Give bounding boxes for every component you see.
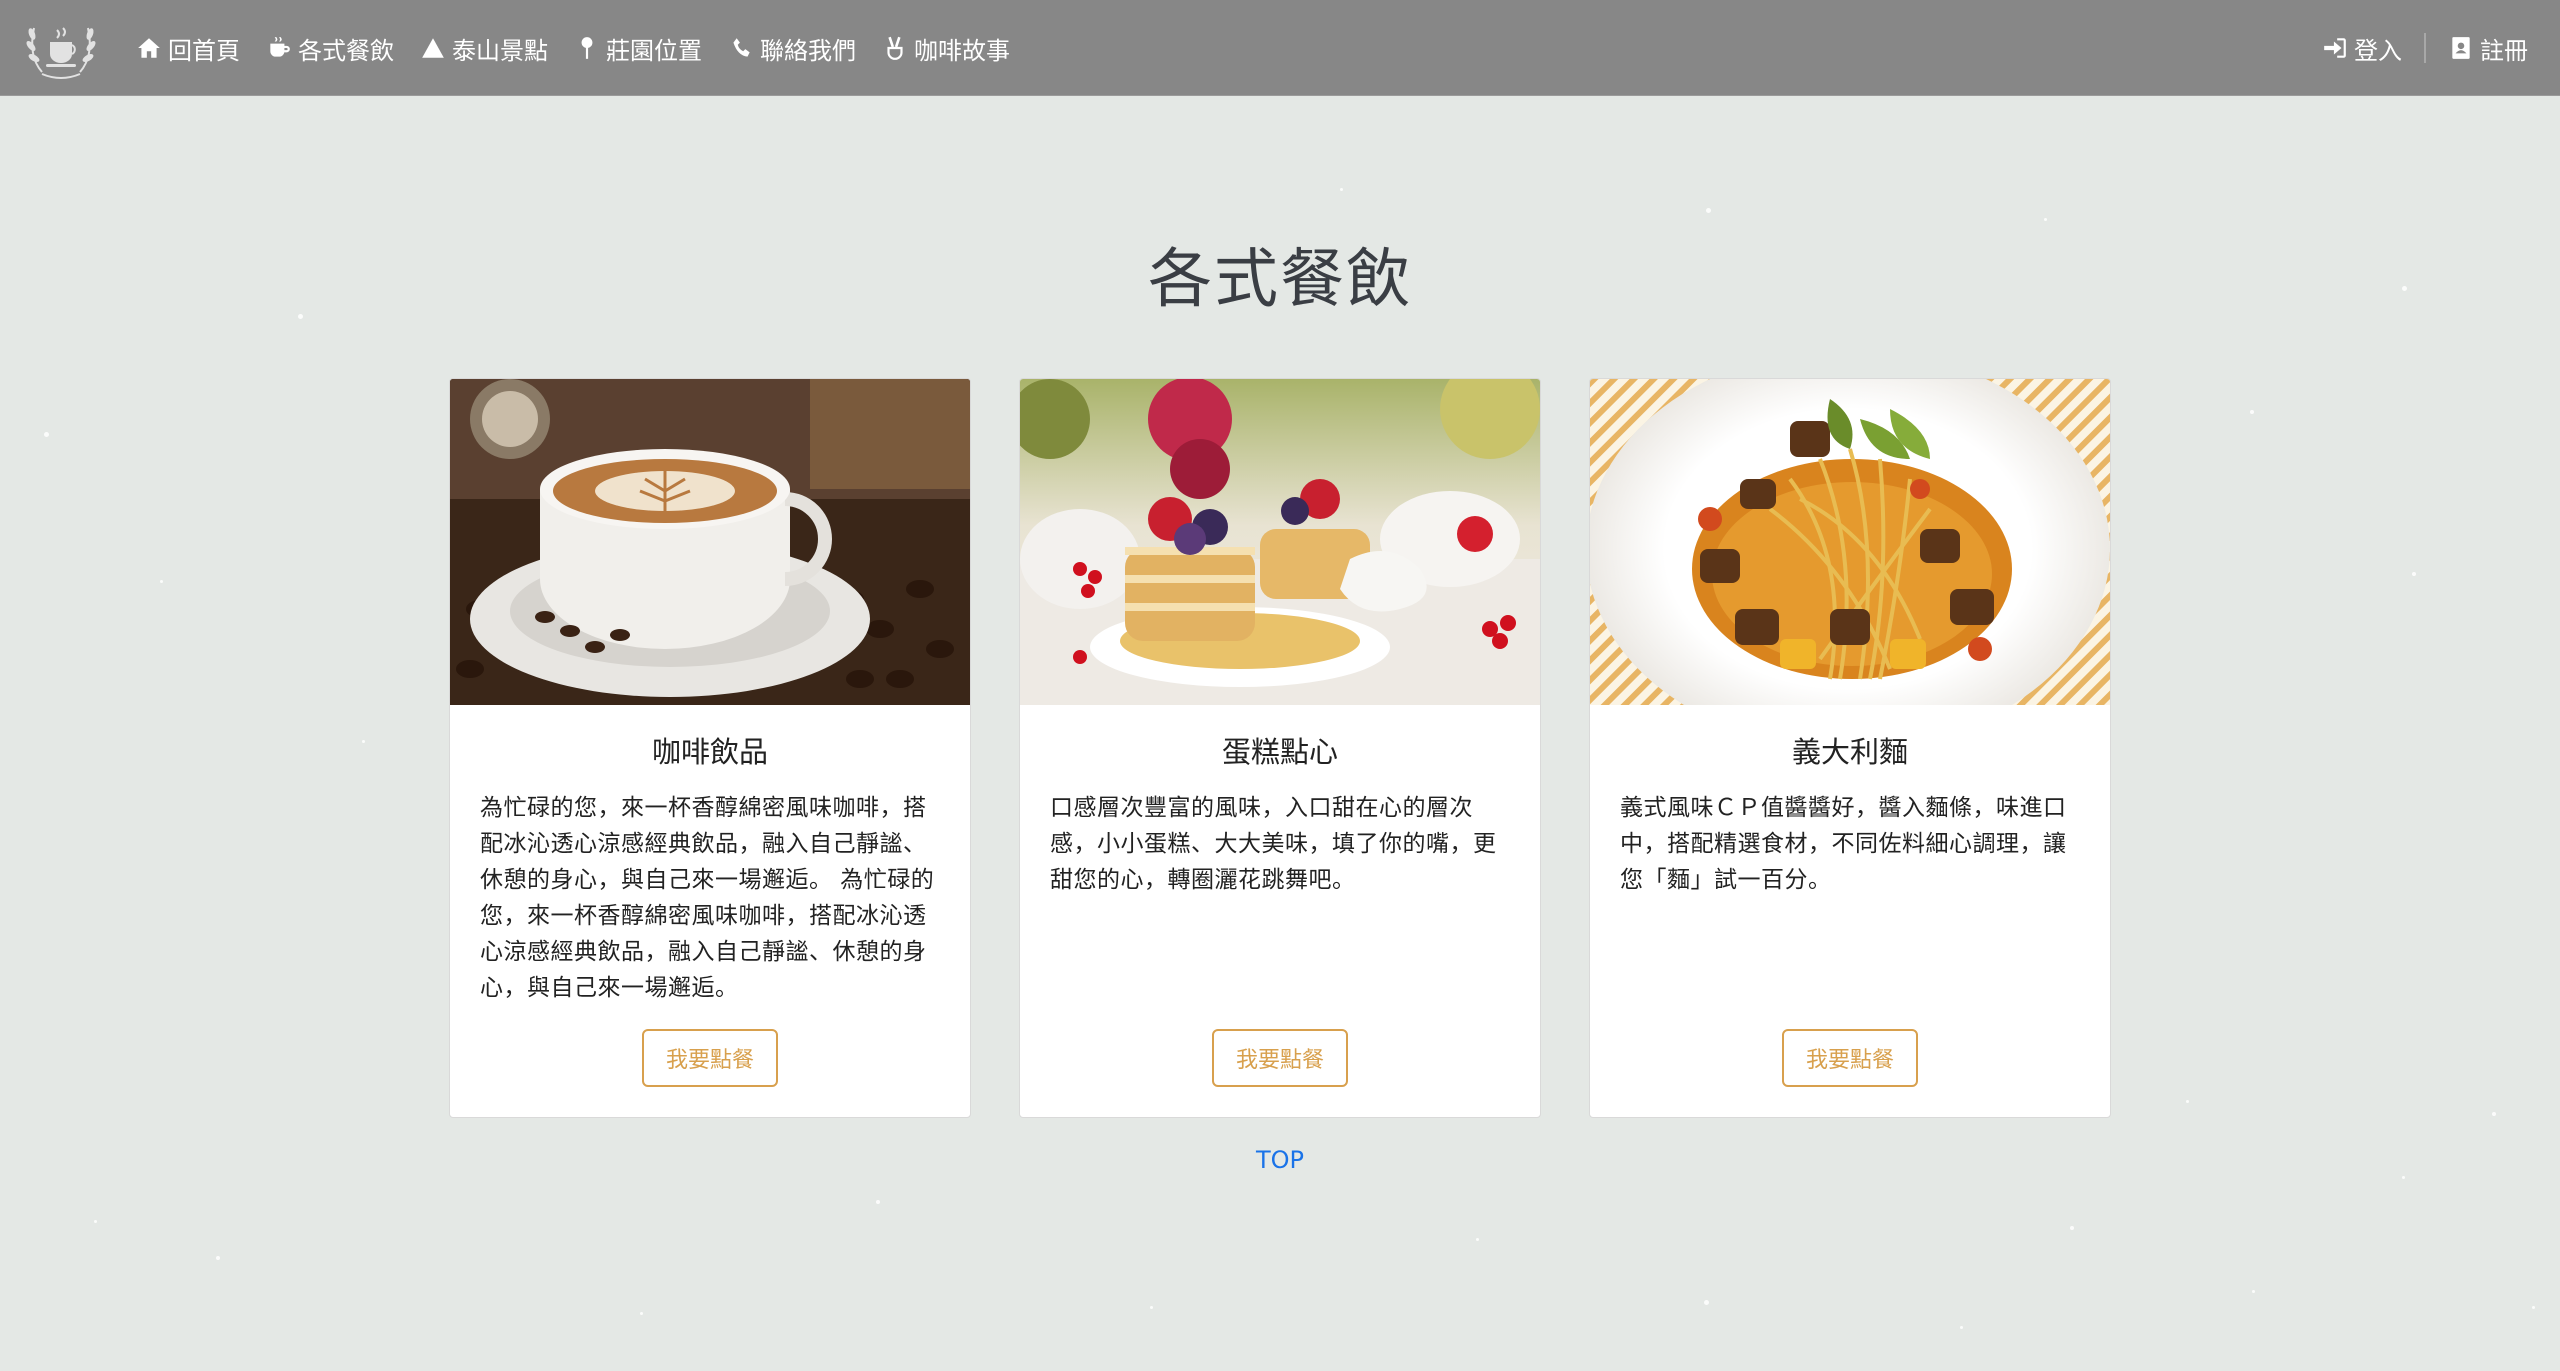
nav-menu-label: 各式餐飲: [298, 36, 394, 65]
nav-scenic[interactable]: 泰山景點: [420, 31, 548, 66]
id-badge-icon: [2452, 37, 2470, 59]
card-description: 義式風味ＣＰ值醬醬好，醬入麵條，味進口中，搭配精選食材，不同佐料細心調理，讓您「…: [1620, 794, 2067, 893]
nav-login-label: 登入: [2354, 36, 2402, 65]
order-button[interactable]: 我要點餐: [642, 1029, 778, 1087]
laurel-coffee-logo: [26, 27, 96, 79]
card-coffee: 咖啡飲品 為忙碌的您，來一杯香醇綿密風味咖啡，搭配冰沁透心涼感經典飲品，融入自己…: [449, 378, 971, 1118]
back-to-top-link[interactable]: TOP: [0, 1146, 2560, 1174]
pancake-image: [1020, 379, 1540, 705]
nav-contact-label: 聯絡我們: [760, 36, 856, 65]
main-nav: 回首頁 各式餐飲 泰山景點 莊園位置 聯絡我們 咖啡故事: [136, 0, 1036, 96]
nav-register-label: 註冊: [2480, 36, 2528, 65]
order-button[interactable]: 我要點餐: [1782, 1029, 1918, 1087]
nav-story[interactable]: 咖啡故事: [882, 31, 1010, 66]
nav-story-label: 咖啡故事: [914, 36, 1010, 65]
card-title: 義大利麵: [1791, 735, 1908, 769]
card-description: 口感層次豐富的風味，入口甜在心的層次感，小小蛋糕、大大美味，填了你的嘴，更甜您的…: [1050, 794, 1497, 893]
pasta-image: [1590, 379, 2110, 705]
nav-menu[interactable]: 各式餐飲: [266, 31, 394, 66]
nav-scenic-label: 泰山景點: [452, 36, 548, 65]
brand-logo[interactable]: [24, 12, 98, 84]
card-description: 為忙碌的您，來一杯香醇綿密風味咖啡，搭配冰沁透心涼感經典飲品，融入自己靜謐、休憩…: [480, 794, 935, 1001]
phone-icon: [733, 38, 750, 57]
mountain-icon: [422, 38, 444, 58]
page-title: 各式餐飲: [1148, 243, 1412, 317]
menu-cards: 咖啡飲品 為忙碌的您，來一杯香醇綿密風味咖啡，搭配冰沁透心涼感經典飲品，融入自己…: [449, 378, 2111, 1118]
coffee-cup-icon: [270, 37, 290, 57]
peace-hand-icon: [887, 36, 903, 60]
nav-location[interactable]: 莊園位置: [574, 31, 702, 66]
nav-login[interactable]: 登入: [2322, 31, 2402, 66]
nav-register[interactable]: 註冊: [2448, 31, 2528, 66]
nav-divider: [2424, 33, 2426, 63]
nav-home[interactable]: 回首頁: [136, 31, 240, 66]
card-pasta: 義大利麵 義式風味ＣＰ值醬醬好，醬入麵條，味進口中，搭配精選食材，不同佐料細心調…: [1589, 378, 2111, 1118]
nav-home-label: 回首頁: [168, 36, 240, 65]
nav-contact[interactable]: 聯絡我們: [728, 31, 856, 66]
order-button[interactable]: 我要點餐: [1212, 1029, 1348, 1087]
nav-location-label: 莊園位置: [606, 36, 702, 65]
navbar: 回首頁 各式餐飲 泰山景點 莊園位置 聯絡我們 咖啡故事 登入 註冊: [0, 0, 2560, 96]
card-title: 咖啡飲品: [651, 735, 768, 769]
card-dessert: 蛋糕點心 口感層次豐富的風味，入口甜在心的層次感，小小蛋糕、大大美味，填了你的嘴…: [1019, 378, 1541, 1118]
map-pin-icon: [581, 37, 593, 59]
coffee-image: [450, 379, 970, 705]
sign-in-icon: [2324, 38, 2346, 58]
home-icon: [138, 38, 160, 58]
card-title: 蛋糕點心: [1221, 735, 1338, 769]
account-nav: 登入 註冊: [2322, 0, 2528, 96]
